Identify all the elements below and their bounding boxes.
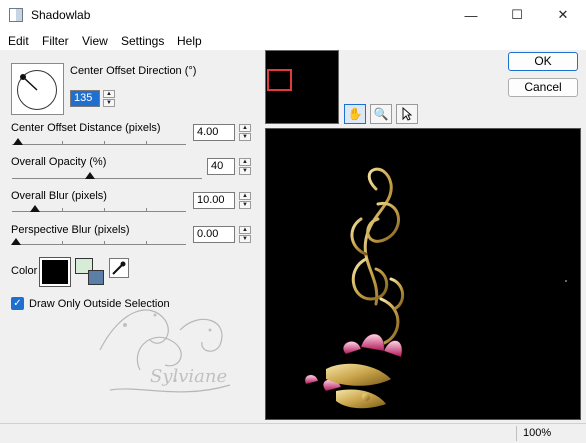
opacity-spinner[interactable]: ▲ ▼ bbox=[239, 158, 251, 175]
title-bar: Shadowlab — ☐ ✕ bbox=[0, 0, 586, 30]
spin-up-icon[interactable]: ▲ bbox=[239, 226, 251, 234]
color-primary-swatch[interactable] bbox=[39, 257, 71, 287]
dial-needle bbox=[20, 74, 38, 91]
spin-down-icon[interactable]: ▼ bbox=[103, 99, 115, 107]
blur-label: Overall Blur (pixels) bbox=[11, 190, 107, 202]
preview-canvas[interactable] bbox=[265, 128, 581, 420]
pointer-icon bbox=[402, 107, 412, 121]
maximize-button[interactable]: ☐ bbox=[494, 0, 540, 30]
draw-only-outside-checkbox[interactable]: ✓ bbox=[11, 297, 24, 310]
navigator-viewport-rect[interactable] bbox=[267, 69, 292, 91]
hand-icon: ✋ bbox=[347, 107, 363, 121]
menu-bar: Edit Filter View Settings Help bbox=[0, 30, 586, 50]
spin-up-icon[interactable]: ▲ bbox=[239, 124, 251, 132]
track-tick bbox=[62, 208, 63, 211]
direction-label: Center Offset Direction (°) bbox=[70, 65, 197, 77]
perspective-blur-thumb[interactable] bbox=[11, 238, 21, 245]
track-tick bbox=[104, 208, 105, 211]
track-tick bbox=[146, 208, 147, 211]
perspective-blur-spinner[interactable]: ▲ ▼ bbox=[239, 226, 251, 243]
direction-spinner[interactable]: ▲ ▼ bbox=[103, 90, 115, 107]
watermark-logo: Sylviane bbox=[99, 309, 231, 393]
menu-view[interactable]: View bbox=[82, 34, 108, 48]
direction-dial[interactable] bbox=[11, 63, 64, 115]
opacity-thumb[interactable] bbox=[85, 172, 95, 179]
minimize-button[interactable]: — bbox=[448, 0, 494, 30]
spin-up-icon[interactable]: ▲ bbox=[103, 90, 115, 98]
track-tick bbox=[146, 141, 147, 144]
opacity-track[interactable] bbox=[12, 178, 202, 179]
eyedropper-button[interactable] bbox=[109, 258, 129, 278]
navigator-preview[interactable] bbox=[265, 50, 339, 124]
spin-down-icon[interactable]: ▼ bbox=[239, 235, 251, 243]
offset-distance-input[interactable]: 4.00 bbox=[193, 124, 235, 141]
preview-artwork bbox=[304, 167, 567, 409]
blur-input[interactable]: 10.00 bbox=[193, 192, 235, 209]
blur-spinner[interactable]: ▲ ▼ bbox=[239, 192, 251, 209]
track-tick bbox=[104, 241, 105, 244]
app-icon bbox=[9, 8, 23, 22]
perspective-blur-label: Perspective Blur (pixels) bbox=[11, 224, 130, 236]
color-tertiary-swatch[interactable] bbox=[88, 270, 104, 285]
spin-down-icon[interactable]: ▼ bbox=[239, 201, 251, 209]
spin-down-icon[interactable]: ▼ bbox=[239, 167, 251, 175]
perspective-blur-input[interactable]: 0.00 bbox=[193, 226, 235, 243]
status-bar: 100% bbox=[0, 423, 586, 443]
watermark-signature: Sylviane bbox=[150, 366, 227, 387]
cancel-button[interactable]: Cancel bbox=[508, 78, 578, 97]
track-tick bbox=[62, 141, 63, 144]
pointer-tool-button[interactable] bbox=[396, 104, 418, 124]
spin-up-icon[interactable]: ▲ bbox=[239, 158, 251, 166]
opacity-input[interactable]: 40 bbox=[207, 158, 235, 175]
ok-button[interactable]: OK bbox=[508, 52, 578, 71]
spin-up-icon[interactable]: ▲ bbox=[239, 192, 251, 200]
blur-thumb[interactable] bbox=[30, 205, 40, 212]
window-title: Shadowlab bbox=[31, 8, 91, 22]
offset-distance-spinner[interactable]: ▲ ▼ bbox=[239, 124, 251, 141]
perspective-blur-track[interactable] bbox=[12, 244, 186, 245]
menu-settings[interactable]: Settings bbox=[121, 34, 164, 48]
hand-tool-button[interactable]: ✋ bbox=[344, 104, 366, 124]
offset-distance-track[interactable] bbox=[12, 144, 186, 145]
opacity-label: Overall Opacity (%) bbox=[11, 156, 107, 168]
track-tick bbox=[146, 241, 147, 244]
color-label: Color bbox=[11, 265, 38, 277]
zoom-icon: 🔍 bbox=[373, 107, 389, 121]
menu-filter[interactable]: Filter bbox=[42, 34, 69, 48]
menu-help[interactable]: Help bbox=[177, 34, 202, 48]
spin-down-icon[interactable]: ▼ bbox=[239, 133, 251, 141]
track-tick bbox=[62, 241, 63, 244]
menu-edit[interactable]: Edit bbox=[8, 34, 29, 48]
close-button[interactable]: ✕ bbox=[540, 0, 586, 30]
zoom-tool-button[interactable]: 🔍 bbox=[370, 104, 392, 124]
direction-input[interactable]: 135 bbox=[70, 90, 100, 107]
track-tick bbox=[104, 141, 105, 144]
offset-distance-thumb[interactable] bbox=[13, 138, 23, 145]
zoom-level: 100% bbox=[516, 426, 580, 441]
offset-distance-label: Center Offset Distance (pixels) bbox=[11, 122, 161, 134]
eyedropper-icon bbox=[112, 261, 126, 275]
